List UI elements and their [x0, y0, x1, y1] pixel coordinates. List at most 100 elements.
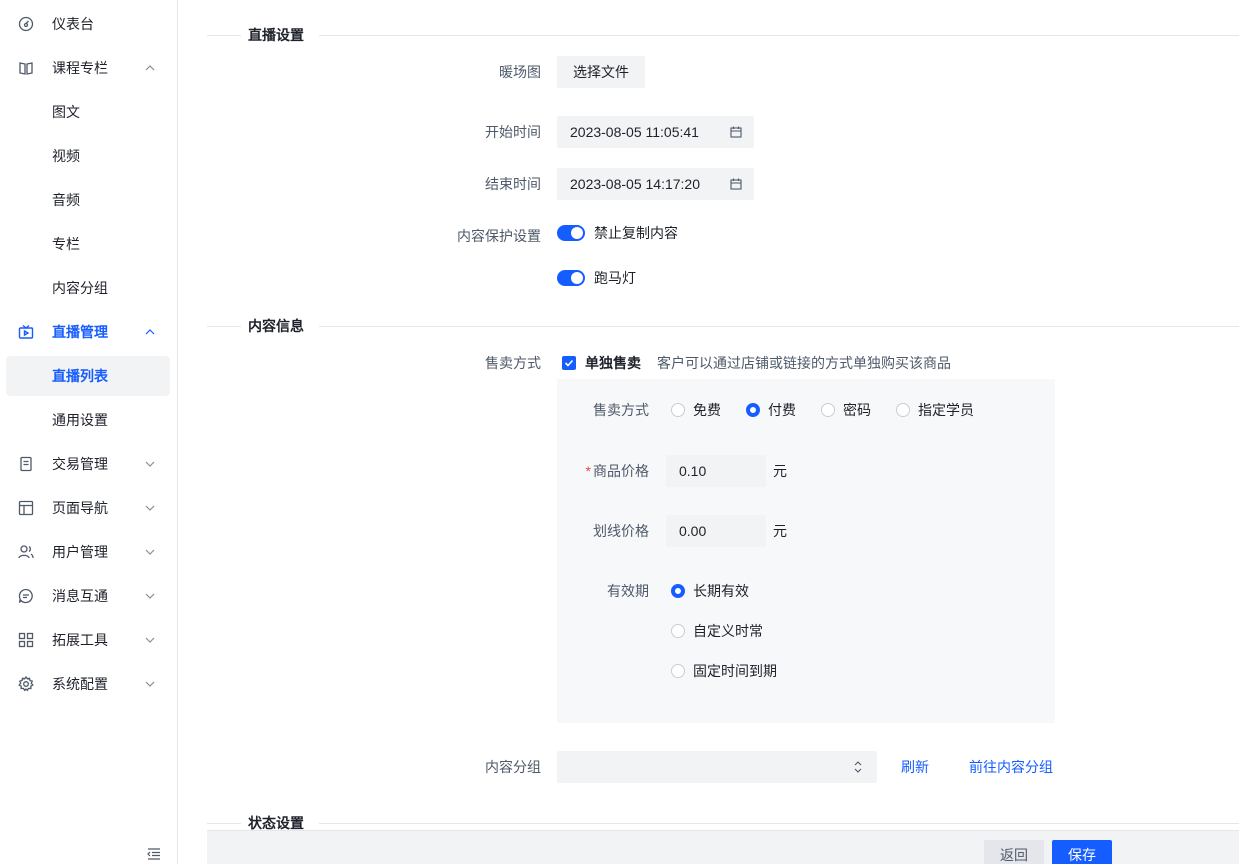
calendar-icon — [730, 178, 742, 190]
strike-price-label: 划线价格 — [593, 523, 649, 539]
section-divider — [207, 35, 241, 36]
sale-mode-assigned-radio[interactable] — [896, 403, 910, 417]
no-copy-toggle[interactable] — [557, 225, 585, 241]
price-unit: 元 — [773, 463, 787, 479]
section-divider — [207, 326, 241, 327]
nav-sub-video[interactable]: 视频 — [6, 136, 170, 176]
book-icon — [19, 62, 33, 75]
choose-file-button[interactable]: 选择文件 — [557, 56, 645, 88]
nav-label: 视频 — [52, 148, 80, 164]
end-time-picker[interactable]: 2023-08-05 14:17:20 — [557, 168, 754, 200]
strike-price-unit: 元 — [773, 523, 787, 539]
nav-sub-audio[interactable]: 音频 — [6, 180, 170, 220]
chevron-up-icon — [145, 65, 155, 71]
sale-mode-paid-radio[interactable] — [746, 403, 760, 417]
nav-sub-content-group[interactable]: 内容分组 — [6, 268, 170, 308]
section-title-content-info: 内容信息 — [248, 318, 304, 334]
sort-arrows-icon — [854, 761, 862, 773]
main-content: 直播设置 暖场图 选择文件 开始时间 2023-08-05 11:05:41 结… — [178, 0, 1239, 864]
section-divider — [319, 35, 1239, 36]
nav-tools[interactable]: 拓展工具 — [6, 620, 170, 660]
validity-label: 有效期 — [607, 583, 649, 599]
back-button[interactable]: 返回 — [984, 840, 1044, 864]
sale-mode-assigned-label: 指定学员 — [918, 402, 974, 418]
nav-dashboard[interactable]: 仪表台 — [6, 4, 170, 44]
nav-label: 仪表台 — [52, 16, 94, 32]
warmup-label: 暖场图 — [499, 64, 541, 80]
nav-label: 页面导航 — [52, 500, 108, 516]
nav-messages[interactable]: 消息互通 — [6, 576, 170, 616]
price-label-text: 商品价格 — [593, 463, 649, 479]
start-time-value: 2023-08-05 11:05:41 — [570, 124, 699, 140]
nav-label: 通用设置 — [52, 412, 108, 428]
sale-config-panel — [557, 379, 1055, 723]
nav-label: 专栏 — [52, 236, 80, 252]
toggle-knob — [571, 272, 583, 284]
content-protect-label: 内容保护设置 — [457, 228, 541, 244]
nav-sub-article[interactable]: 图文 — [6, 92, 170, 132]
section-title-live-settings: 直播设置 — [248, 27, 304, 43]
single-sale-checkbox[interactable] — [562, 356, 576, 370]
single-sale-description: 客户可以通过店铺或链接的方式单独购买该商品 — [657, 355, 951, 371]
validity-custom-radio[interactable] — [671, 624, 685, 638]
receipt-icon — [20, 456, 32, 472]
nav-label: 交易管理 — [52, 456, 108, 472]
nav-trade[interactable]: 交易管理 — [6, 444, 170, 484]
nav-label: 用户管理 — [52, 544, 108, 560]
nav-label: 音频 — [52, 192, 80, 208]
nav-live[interactable]: 直播管理 — [6, 312, 170, 352]
nav-label: 内容分组 — [52, 280, 108, 296]
strike-price-input[interactable]: 0.00 — [666, 515, 766, 547]
price-input[interactable]: 0.10 — [666, 455, 766, 487]
nav-label: 系统配置 — [52, 676, 108, 692]
nav-users[interactable]: 用户管理 — [6, 532, 170, 572]
chevron-up-icon — [145, 329, 155, 335]
chevron-down-icon — [145, 637, 155, 643]
validity-fixed-radio[interactable] — [671, 664, 685, 678]
nav-sub-general-settings[interactable]: 通用设置 — [6, 400, 170, 440]
nav-sub-column[interactable]: 专栏 — [6, 224, 170, 264]
sale-mode-label: 售卖方式 — [593, 402, 649, 418]
check-icon — [564, 359, 574, 367]
marquee-toggle[interactable] — [557, 270, 585, 286]
section-divider — [319, 326, 1239, 327]
nav-label: 消息互通 — [52, 588, 108, 604]
sale-mode-free-radio[interactable] — [671, 403, 685, 417]
validity-forever-label: 长期有效 — [693, 583, 749, 599]
dashboard-icon — [18, 16, 34, 32]
toggle-knob — [571, 227, 583, 239]
sale-mode-password-radio[interactable] — [821, 403, 835, 417]
validity-forever-radio[interactable] — [671, 584, 685, 598]
chevron-down-icon — [145, 593, 155, 599]
users-icon — [18, 545, 34, 559]
validity-fixed-label: 固定时间到期 — [693, 663, 777, 679]
chevron-down-icon — [145, 549, 155, 555]
content-group-select[interactable] — [557, 751, 877, 783]
nav-system[interactable]: 系统配置 — [6, 664, 170, 704]
marquee-label: 跑马灯 — [594, 270, 636, 286]
required-mark: * — [585, 463, 591, 479]
footer-bar: 返回 保存 — [207, 830, 1239, 864]
no-copy-label: 禁止复制内容 — [594, 225, 678, 241]
gear-icon — [18, 676, 34, 692]
refresh-link[interactable]: 刷新 — [901, 757, 929, 777]
apps-icon — [18, 632, 34, 648]
nav-label: 直播列表 — [52, 368, 108, 384]
section-divider — [319, 823, 1239, 824]
nav-label: 课程专栏 — [52, 60, 108, 76]
nav-course[interactable]: 课程专栏 — [6, 48, 170, 88]
validity-custom-label: 自定义时常 — [693, 623, 763, 639]
nav-label: 拓展工具 — [52, 632, 108, 648]
chevron-down-icon — [145, 461, 155, 467]
nav-sub-live-list[interactable]: 直播列表 — [6, 356, 170, 396]
collapse-menu-icon[interactable] — [146, 846, 162, 862]
save-button[interactable]: 保存 — [1052, 840, 1112, 864]
chevron-down-icon — [145, 681, 155, 687]
start-time-picker[interactable]: 2023-08-05 11:05:41 — [557, 116, 754, 148]
start-time-label: 开始时间 — [485, 124, 541, 140]
sale-mode-paid-label: 付费 — [768, 402, 796, 418]
nav-page-nav[interactable]: 页面导航 — [6, 488, 170, 528]
sale-method-label: 售卖方式 — [485, 355, 541, 371]
goto-content-group-link[interactable]: 前往内容分组 — [969, 757, 1053, 777]
chevron-down-icon — [145, 505, 155, 511]
